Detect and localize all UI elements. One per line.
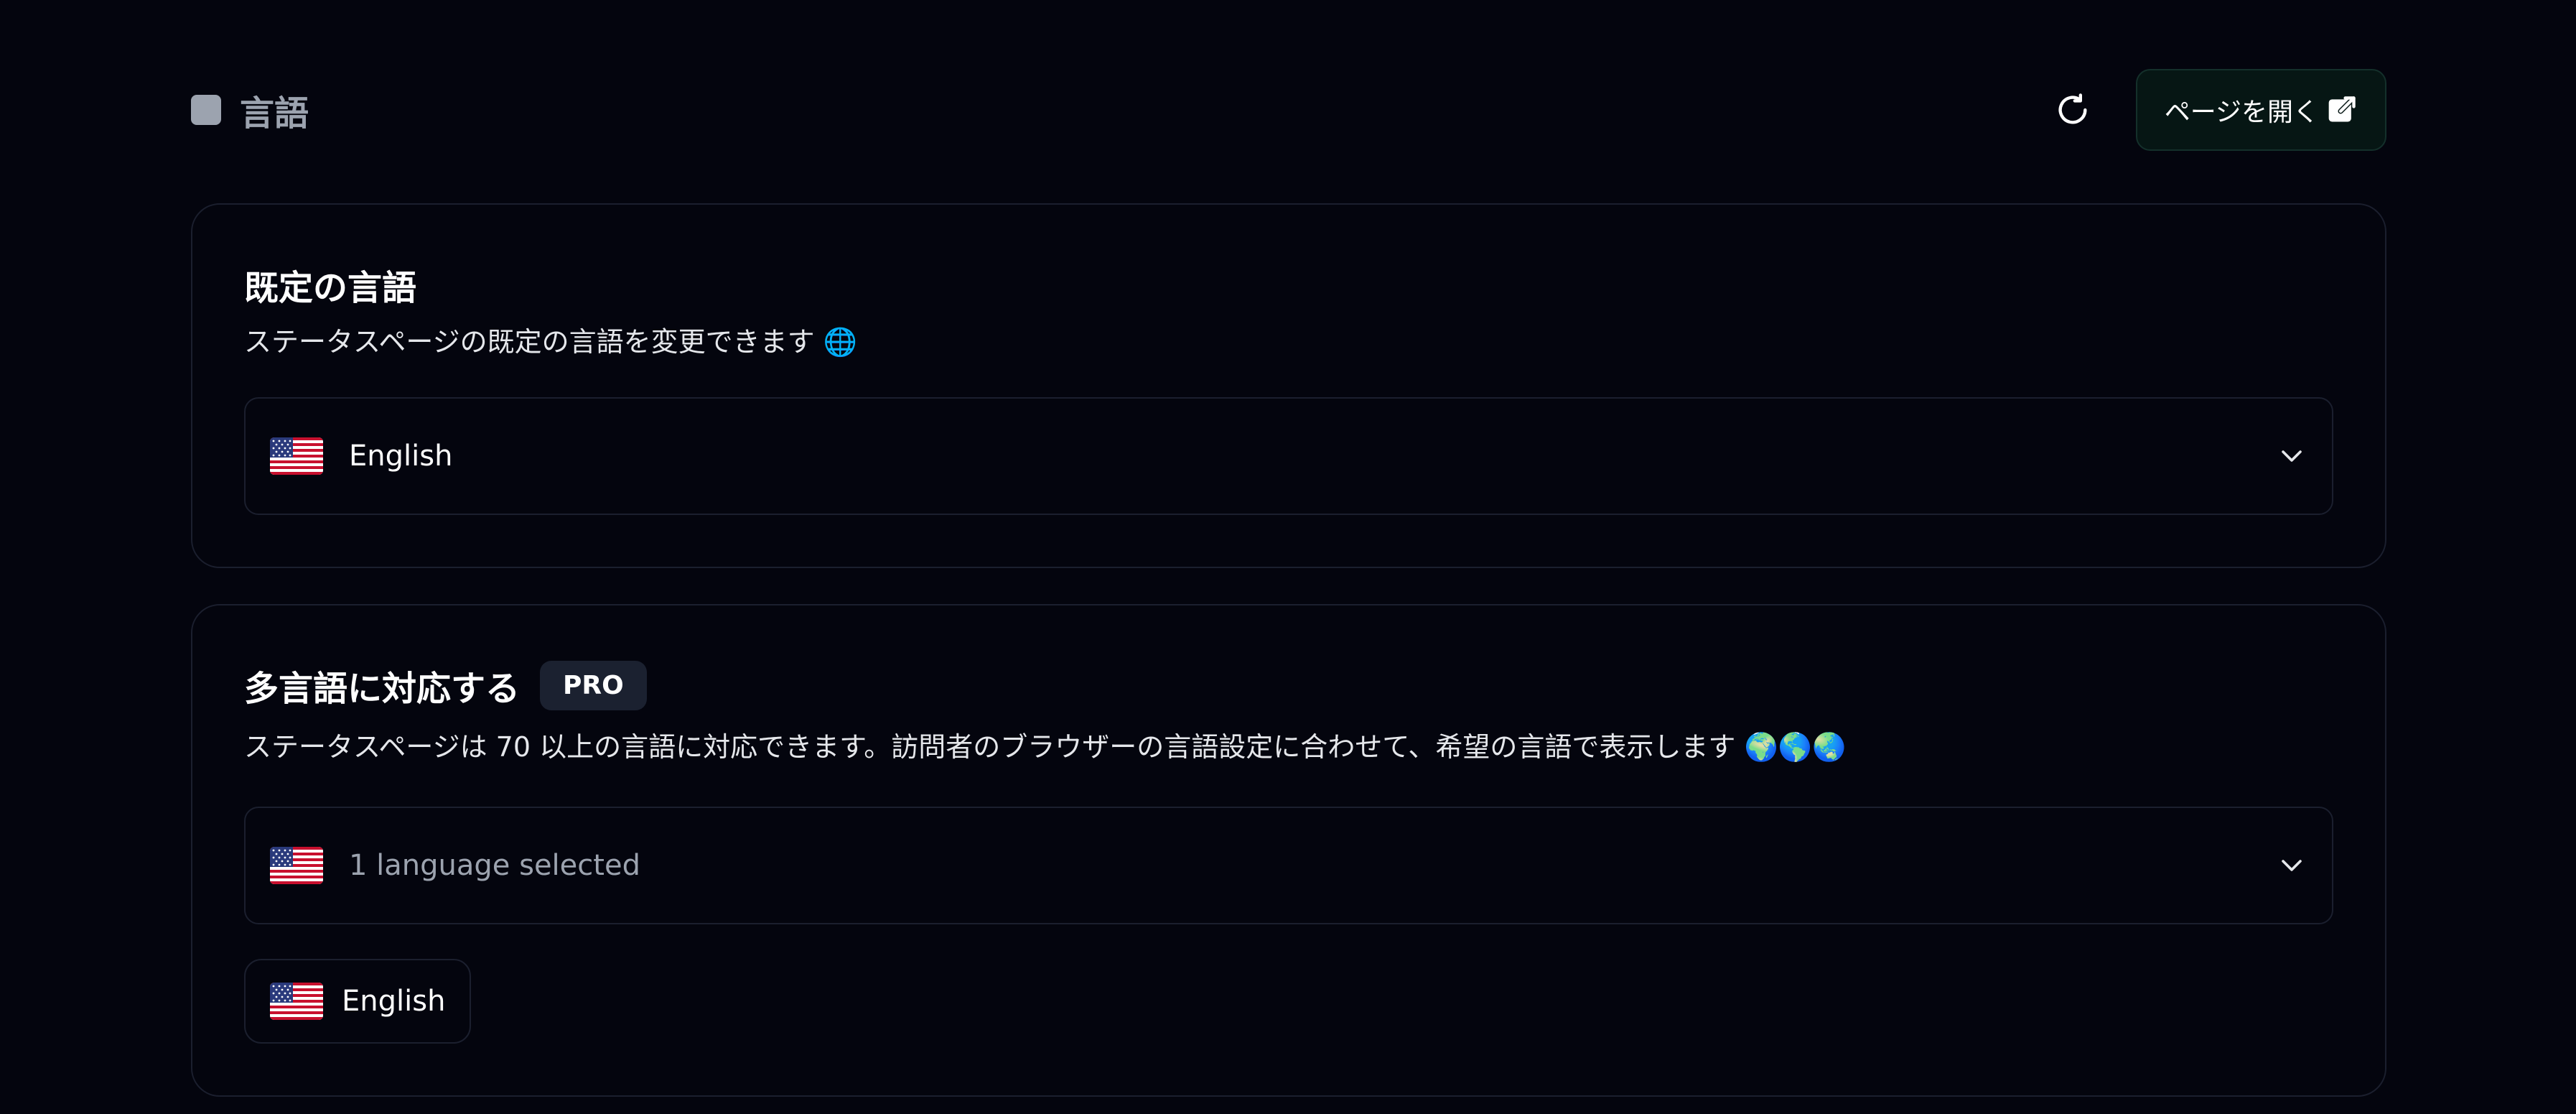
default-language-value: English <box>349 440 453 473</box>
external-link-icon <box>2328 96 2356 122</box>
open-page-button[interactable]: ページを開く <box>2135 69 2386 151</box>
chevron-down-icon <box>2279 853 2305 878</box>
open-page-label: ページを開く <box>2164 98 2319 127</box>
page-title: 言語 <box>240 93 309 134</box>
multi-language-heading: 多言語に対応する PRO <box>244 660 647 710</box>
header-actions: ページを開く <box>2050 69 2386 151</box>
section-square-icon <box>191 95 221 125</box>
default-language-description: ステータスページの既定の言語を変更できます 🌐 <box>244 326 857 358</box>
multi-language-description: ステータスページは 70 以上の言語に対応できます。訪問者のブラウザーの言語設定… <box>244 731 1847 763</box>
languages-multiselect[interactable]: 1 language selected <box>244 807 2333 924</box>
selected-language-chip[interactable]: English <box>244 959 472 1044</box>
multi-language-title: 多言語に対応する <box>244 669 521 709</box>
languages-selected-summary: 1 language selected <box>349 849 640 882</box>
multi-language-card: 多言語に対応する PRO ステータスページは 70 以上の言語に対応できます。訪… <box>191 604 2386 1097</box>
language-settings-page: 言語 ページを開く 既定の言語 ステータスページの既定の言語を変更できます 🌐 … <box>0 0 2576 1114</box>
refresh-button[interactable] <box>2050 87 2096 133</box>
us-flag-icon <box>270 847 323 884</box>
default-language-select[interactable]: English <box>244 397 2333 515</box>
page-header: 言語 ページを開く <box>191 69 2386 151</box>
refresh-icon <box>2058 93 2087 124</box>
us-flag-icon <box>270 437 323 475</box>
selected-language-chip-label: English <box>342 985 446 1018</box>
chevron-down-icon <box>2279 443 2305 469</box>
default-language-title: 既定の言語 <box>244 268 417 308</box>
us-flag-icon <box>270 983 323 1020</box>
default-language-heading: 既定の言語 <box>244 259 416 310</box>
page-title-group: 言語 <box>191 85 309 135</box>
pro-badge: PRO <box>540 660 647 710</box>
default-language-card: 既定の言語 ステータスページの既定の言語を変更できます 🌐 English <box>191 203 2386 568</box>
